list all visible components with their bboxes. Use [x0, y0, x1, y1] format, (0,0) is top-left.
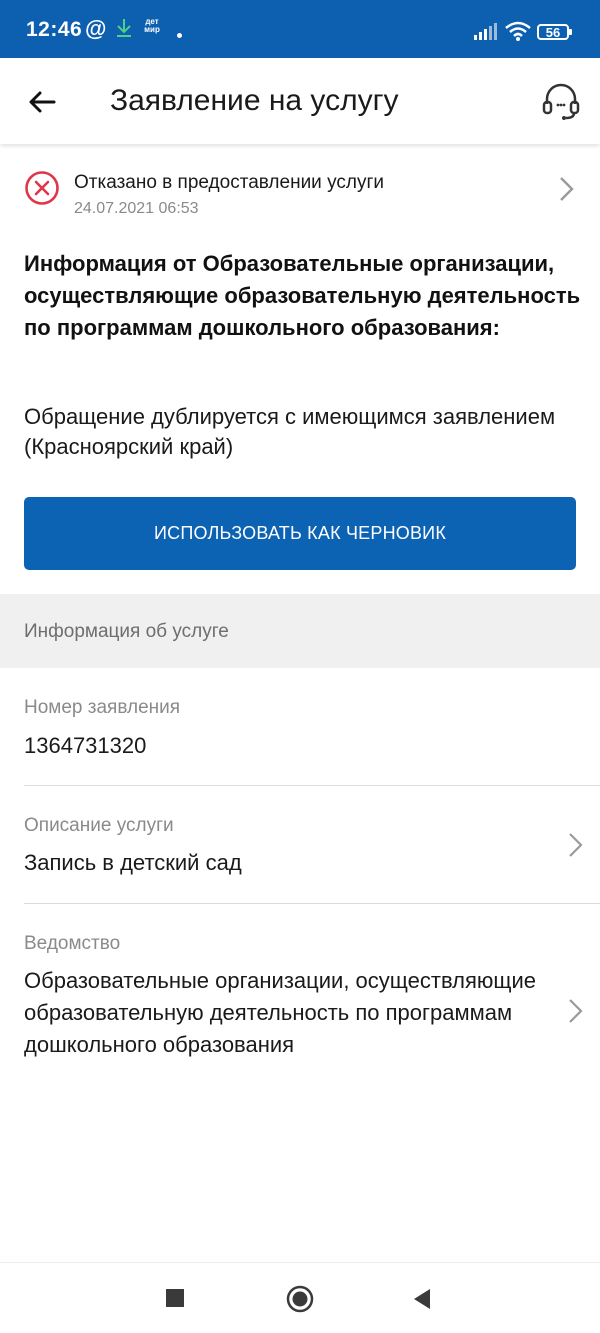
field-value: 1364731320 [24, 733, 147, 758]
back-triangle-icon[interactable] [412, 1287, 432, 1311]
status-text: Отказано в предоставлении услуги [74, 172, 384, 193]
more-notifications-dot-icon [177, 33, 182, 38]
home-icon[interactable] [286, 1285, 314, 1313]
use-as-draft-button[interactable]: ИСПОЛЬЗОВАТЬ КАК ЧЕРНОВИК [24, 497, 576, 570]
department-row[interactable]: Ведомство Образовательные организации, о… [0, 904, 600, 1104]
at-sign-icon: @ [85, 16, 107, 41]
service-info-section-header: Информация об услуге [0, 594, 600, 668]
chevron-right-icon [569, 833, 583, 857]
application-status-row[interactable]: Отказано в предоставлении услуги 24.07.2… [0, 160, 600, 224]
page-title: Заявление на услугу [110, 84, 399, 117]
info-message: Обращение дублируется с имеющимся заявле… [24, 404, 556, 459]
field-value: Образовательные организации, осуществляю… [24, 968, 537, 1057]
download-icon [117, 19, 131, 37]
system-navigation-bar [0, 1262, 600, 1333]
detmir-notification-icon: дет мир [144, 17, 160, 34]
section-header-label: Информация об услуге [24, 621, 229, 642]
back-arrow-icon[interactable] [22, 82, 62, 122]
chevron-right-icon [560, 177, 574, 201]
wifi-icon [505, 21, 531, 41]
battery-icon: 56 [537, 24, 572, 40]
field-label: Описание услуги [24, 815, 174, 836]
service-description-row[interactable]: Описание услуги Запись в детский сад [0, 786, 600, 904]
field-value: Запись в детский сад [24, 850, 242, 875]
info-heading: Информация от Образовательные организаци… [24, 251, 581, 340]
status-date: 24.07.2021 06:53 [74, 200, 199, 217]
signal-icon [474, 23, 497, 40]
field-label: Ведомство [24, 933, 121, 954]
recent-apps-icon[interactable] [166, 1289, 184, 1307]
field-label: Номер заявления [24, 697, 181, 718]
app-bar: Заявление на услугу [0, 58, 600, 144]
application-number-field: Номер заявления 1364731320 [0, 668, 600, 786]
clock-time: 12:46 [26, 18, 83, 41]
reject-circle-icon [25, 171, 59, 205]
headset-icon[interactable] [540, 80, 582, 122]
chevron-right-icon [569, 999, 583, 1023]
system-status-bar: 12:46 @ дет мир 56 [0, 0, 600, 58]
